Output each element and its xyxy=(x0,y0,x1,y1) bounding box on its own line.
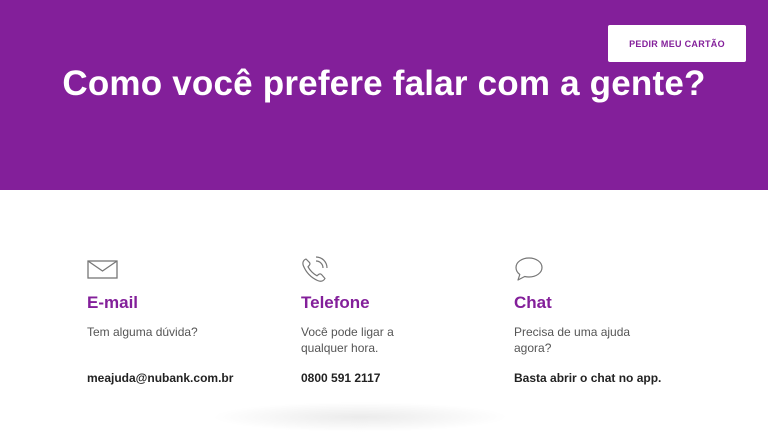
contact-option-description: Precisa de uma ajuda agora? xyxy=(514,325,631,355)
phone-icon xyxy=(301,256,421,284)
section-edge-shadow xyxy=(210,402,510,432)
chat-instruction: Basta abrir o chat no app. xyxy=(514,371,662,385)
email-address[interactable]: meajuda@nubank.com.br xyxy=(87,370,233,386)
hero-banner: PEDIR MEU CARTÃO Como você prefere falar… xyxy=(0,0,768,190)
contact-option-title: Telefone xyxy=(301,293,370,312)
page-title: Como você prefere falar com a gente? xyxy=(62,64,706,103)
phone-number[interactable]: 0800 591 2117 xyxy=(301,370,380,386)
envelope-icon xyxy=(87,256,267,284)
contact-option-description: Você pode ligar a qualquer hora. xyxy=(301,325,394,355)
contact-option-title: Chat xyxy=(514,293,552,312)
contact-option-chat: Chat Precisa de uma ajuda agora? Basta a… xyxy=(514,256,661,385)
contact-option-email: E-mail Tem alguma dúvida? meajuda@nubank… xyxy=(87,256,267,385)
contact-option-title: E-mail xyxy=(87,293,139,312)
contact-option-phone: Telefone Você pode ligar a qualquer hora… xyxy=(301,256,421,385)
chat-bubble-icon xyxy=(514,256,654,284)
contact-option-description: Tem alguma dúvida? xyxy=(87,325,198,339)
order-card-button[interactable]: PEDIR MEU CARTÃO xyxy=(608,25,746,62)
